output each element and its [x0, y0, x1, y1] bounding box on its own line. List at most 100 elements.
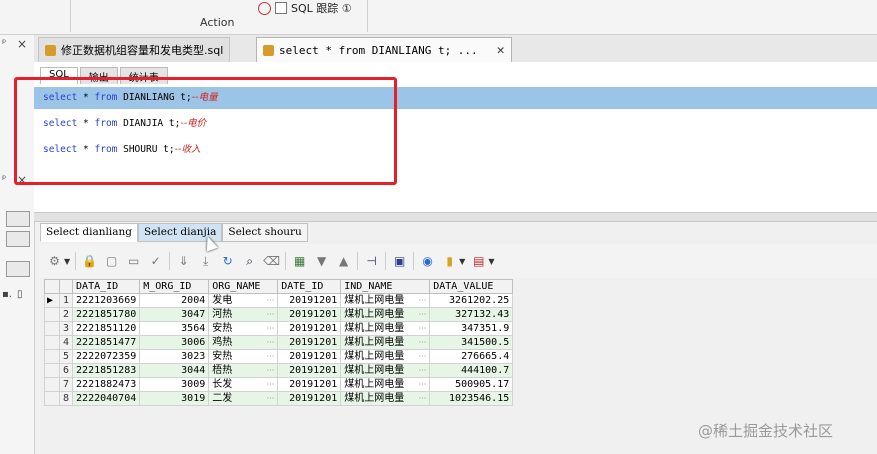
ellipsis-button[interactable]: ···: [419, 378, 427, 391]
lock-icon[interactable]: 🔒: [81, 253, 98, 270]
cell-data-value[interactable]: 347351.9: [429, 321, 514, 336]
cell-org-name[interactable]: 鸡热 ···: [208, 335, 279, 350]
cell-ind-name[interactable]: 煤机上网电量 ···: [340, 391, 431, 406]
cell-m-org-id[interactable]: 3023: [139, 349, 210, 364]
cell-org-name[interactable]: 梧热 ···: [208, 363, 279, 378]
chevron-down-icon[interactable]: ▼: [64, 257, 70, 266]
left-dropdown-3[interactable]: [6, 261, 30, 277]
cell-date-id[interactable]: 20191201: [277, 293, 342, 308]
tab-result-shouru[interactable]: Select shouru: [222, 223, 308, 242]
cell-date-id[interactable]: 20191201: [277, 307, 342, 322]
next-page-icon[interactable]: ⇓: [175, 253, 192, 270]
cell-data-value[interactable]: 341500.5: [429, 335, 514, 350]
grid-view-icon[interactable]: ▦: [291, 253, 308, 270]
cell-data-value[interactable]: 276665.4: [429, 349, 514, 364]
cell-data-id[interactable]: 2221851120: [72, 321, 141, 336]
grid-options-icon[interactable]: ⚙: [46, 253, 63, 270]
cell-data-value[interactable]: 327132.43: [429, 307, 514, 322]
cell-m-org-id[interactable]: 3044: [139, 363, 210, 378]
column-header[interactable]: IND_NAME: [340, 279, 431, 294]
ellipsis-button[interactable]: ···: [267, 336, 275, 349]
cell-date-id[interactable]: 20191201: [277, 349, 342, 364]
pin-icon[interactable]: ᵖ: [2, 38, 6, 49]
table-row[interactable]: 2 2221851780 3047 河热 ··· 20191201 煤机上网电量 ··· 327…: [44, 307, 514, 322]
cell-data-id[interactable]: 2221851283: [72, 363, 141, 378]
post-icon[interactable]: ▭: [125, 253, 142, 270]
cell-data-id[interactable]: 2221203669: [72, 293, 141, 308]
cell-org-name[interactable]: 发电 ···: [208, 293, 279, 308]
cell-m-org-id[interactable]: 2004: [139, 293, 210, 308]
cell-data-value[interactable]: 500905.17: [429, 377, 514, 392]
sql-trace-toggle[interactable]: SQL 跟踪 ①: [258, 0, 352, 16]
ellipsis-button[interactable]: ···: [267, 364, 275, 377]
find-icon[interactable]: ⌕: [241, 253, 258, 270]
column-header[interactable]: DATE_ID: [277, 279, 342, 294]
ellipsis-button[interactable]: ···: [419, 336, 427, 349]
column-header[interactable]: DATA_ID: [72, 279, 141, 294]
cell-ind-name[interactable]: 煤机上网电量 ···: [340, 321, 431, 336]
cell-org-name[interactable]: 安热 ···: [208, 349, 279, 364]
ellipsis-button[interactable]: ···: [419, 322, 427, 335]
cell-m-org-id[interactable]: 3047: [139, 307, 210, 322]
document-icon[interactable]: ▯: [17, 289, 23, 300]
cell-ind-name[interactable]: 煤机上网电量 ···: [340, 293, 431, 308]
cell-org-name[interactable]: 长发 ···: [208, 377, 279, 392]
cell-date-id[interactable]: 20191201: [277, 391, 342, 406]
cell-org-name[interactable]: 二发 ···: [208, 391, 279, 406]
ellipsis-button[interactable]: ···: [267, 392, 275, 405]
ellipsis-button[interactable]: ···: [267, 308, 275, 321]
bar-chart-icon[interactable]: ▮: [441, 253, 458, 270]
cell-m-org-id[interactable]: 3006: [139, 335, 210, 350]
cell-data-id[interactable]: 2222072359: [72, 349, 141, 364]
column-header[interactable]: M_ORG_ID: [139, 279, 210, 294]
pin-icon[interactable]: ᵖ: [2, 174, 6, 185]
edit-icon[interactable]: ▢: [103, 253, 120, 270]
cell-date-id[interactable]: 20191201: [277, 335, 342, 350]
ellipsis-button[interactable]: ···: [419, 392, 427, 405]
cell-org-name[interactable]: 安热 ···: [208, 321, 279, 336]
ellipsis-button[interactable]: ···: [267, 350, 275, 363]
left-dropdown-2[interactable]: [6, 231, 30, 247]
cell-date-id[interactable]: 20191201: [277, 377, 342, 392]
cell-ind-name[interactable]: 煤机上网电量 ···: [340, 349, 431, 364]
cell-data-id[interactable]: 2221882473: [72, 377, 141, 392]
sql-trace-checkbox[interactable]: [275, 2, 287, 14]
cell-ind-name[interactable]: 煤机上网电量 ···: [340, 307, 431, 322]
split-icon[interactable]: ⊣: [363, 253, 380, 270]
ellipsis-button[interactable]: ···: [267, 294, 275, 307]
cell-org-name[interactable]: 河热 ···: [208, 307, 279, 322]
table-row[interactable]: 3 2221851120 3564 安热 ··· 20191201 煤机上网电量 ··· 347…: [44, 321, 514, 336]
left-tool-row[interactable]: ▪. ▯: [0, 289, 34, 305]
check-icon[interactable]: ✓: [147, 253, 164, 270]
cell-data-value[interactable]: 444100.7: [429, 363, 514, 378]
cell-date-id[interactable]: 20191201: [277, 321, 342, 336]
table-row[interactable]: 6 2221851283 3044 梧热 ··· 20191201 煤机上网电量 ··· 444…: [44, 363, 514, 378]
ellipsis-button[interactable]: ···: [267, 322, 275, 335]
arrow-up-icon[interactable]: ▲: [335, 253, 352, 270]
cell-ind-name[interactable]: 煤机上网电量 ···: [340, 363, 431, 378]
close-icon[interactable]: ×: [17, 37, 27, 51]
cell-date-id[interactable]: 20191201: [277, 363, 342, 378]
arrow-down-icon[interactable]: ▼: [313, 253, 330, 270]
table-row[interactable]: 4 2221851477 3006 鸡热 ··· 20191201 煤机上网电量 ··· 341…: [44, 335, 514, 350]
last-page-icon[interactable]: ⤓: [197, 253, 214, 270]
table-row[interactable]: 8 2222040704 3019 二发 ··· 20191201 煤机上网电量 ··· 102…: [44, 391, 514, 406]
cell-ind-name[interactable]: 煤机上网电量 ···: [340, 335, 431, 350]
table-row[interactable]: 5 2222072359 3023 安热 ··· 20191201 煤机上网电量 ··· 276…: [44, 349, 514, 364]
cell-ind-name[interactable]: 煤机上网电量 ···: [340, 377, 431, 392]
result-grid[interactable]: DATA_ID M_ORG_ID ORG_NAME DATE_ID IND_NA…: [44, 279, 514, 406]
cell-m-org-id[interactable]: 3564: [139, 321, 210, 336]
cell-m-org-id[interactable]: 3019: [139, 391, 210, 406]
export-icon[interactable]: ▤: [470, 253, 487, 270]
chevron-down-icon[interactable]: ▼: [488, 257, 494, 266]
ellipsis-button[interactable]: ···: [419, 364, 427, 377]
tab-sql-file[interactable]: 修正数据机组容量和发电类型.sql: [38, 37, 231, 62]
tab-select-query[interactable]: select * from DIANLIANG t; ... ✕: [256, 37, 512, 63]
chevron-down-icon[interactable]: ▼: [459, 257, 465, 266]
ellipsis-button[interactable]: ···: [419, 350, 427, 363]
table-row[interactable]: ▶ 1 2221203669 2004 发电 ··· 20191201 煤机上网电量 ··· 32…: [44, 293, 514, 308]
splitter[interactable]: [34, 212, 877, 222]
tab-result-dianliang[interactable]: Select dianliang: [40, 223, 138, 242]
ellipsis-button[interactable]: ···: [267, 378, 275, 391]
column-header[interactable]: DATA_VALUE: [429, 279, 514, 294]
